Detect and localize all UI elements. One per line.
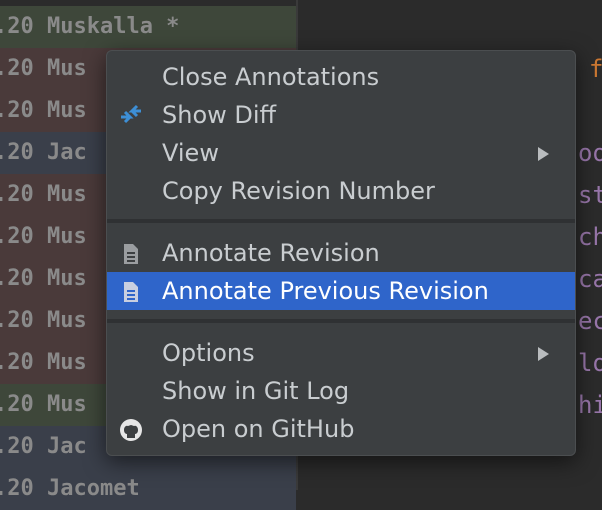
annotation-author-label: .20 Mus [0, 392, 87, 417]
annotation-author-label: .20 Jac [0, 140, 87, 165]
menu-item-copy-revision-number[interactable]: Copy Revision Number [107, 172, 575, 210]
annotation-row[interactable]: .20 Jacomet [0, 468, 296, 510]
menu-item-label: Annotate Previous Revision [162, 277, 489, 305]
annotation-author-label: .20 Mus [0, 182, 87, 207]
code-fragment: oo [578, 139, 602, 167]
annotation-author-label: .20 Mus [0, 308, 87, 333]
annotation-author-label: .20 Mus [0, 350, 87, 375]
code-fragment: ca [578, 265, 602, 293]
menu-item-label: Copy Revision Number [162, 177, 435, 205]
menu-item-label: Show Diff [162, 101, 277, 129]
menu-item-view[interactable]: View [107, 134, 575, 172]
submenu-arrow-icon [538, 147, 549, 161]
annotation-author-label: .20 Mus [0, 266, 87, 291]
github-icon [120, 419, 142, 441]
menu-item-options[interactable]: Options [107, 334, 575, 372]
menu-item-label: Close Annotations [162, 63, 380, 91]
code-line-1: · · · private final N [300, 6, 602, 83]
annotation-author-label: .20 Jacomet [0, 476, 140, 501]
annotate-document-icon [124, 244, 138, 264]
code-fragment: ec [578, 307, 602, 335]
code-fragment: ch [578, 223, 602, 251]
annotation-author-label: .20 Mus [0, 224, 87, 249]
diff-arrows-icon [121, 104, 141, 124]
menu-item-close-annotations[interactable]: Close Annotations [107, 58, 575, 96]
annotation-context-menu: Close Annotations Show Diff View Copy Re… [106, 50, 576, 456]
keyword-final: final [589, 55, 602, 83]
menu-item-label: Options [162, 339, 255, 367]
annotation-author-label: .20 Mus [0, 56, 87, 81]
menu-item-show-diff[interactable]: Show Diff [107, 96, 575, 134]
code-fragment: lo [578, 349, 602, 377]
menu-separator [107, 219, 575, 223]
code-fragment: st [578, 181, 602, 209]
submenu-arrow-icon [538, 347, 549, 361]
menu-item-open-on-github[interactable]: Open on GitHub [107, 410, 575, 448]
menu-item-label: Annotate Revision [162, 239, 380, 267]
menu-item-annotate-revision[interactable]: Annotate Revision [107, 234, 575, 272]
menu-item-label: Show in Git Log [162, 377, 350, 405]
annotation-author-label: .20 Mus [0, 98, 87, 123]
menu-item-label: Open on GitHub [162, 415, 355, 443]
annotate-document-icon [124, 282, 138, 302]
code-fragment: hi [578, 391, 602, 419]
menu-item-label: View [162, 139, 219, 167]
menu-item-annotate-previous-revision[interactable]: Annotate Previous Revision [107, 272, 575, 310]
annotation-author-label: .20 Muskalla * [0, 14, 180, 39]
annotation-author-label: .20 Jac [0, 434, 87, 459]
annotation-row[interactable]: .20 Muskalla * [0, 6, 296, 48]
menu-separator [107, 319, 575, 323]
menu-item-show-in-git-log[interactable]: Show in Git Log [107, 372, 575, 410]
